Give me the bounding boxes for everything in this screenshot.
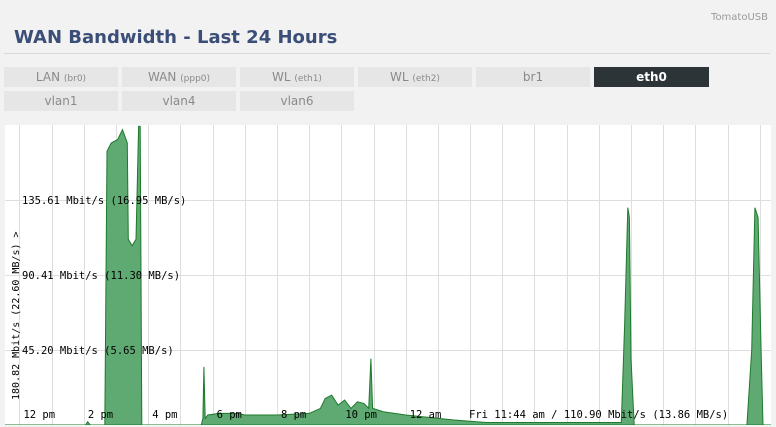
y-axis-label: 180.82 Mbit/s (22.60 MB/s) > (11, 231, 22, 400)
tab-label: WAN (147, 70, 181, 84)
bandwidth-panel: TomatoUSB WAN Bandwidth - Last 24 Hours … (0, 0, 776, 427)
x-tick-label: 12 am (410, 409, 442, 421)
y-tick-label: 135.61 Mbit/s (16.95 MB/s) (22, 195, 186, 207)
tab-vlan6[interactable]: vlan6 (240, 91, 354, 111)
y-tick-labels: 135.61 Mbit/s (16.95 MB/s) 90.41 Mbit/s (… (22, 195, 186, 357)
y-tick-label: 90.41 Mbit/s (11.30 MB/s) (22, 270, 180, 282)
tab-label: vlan4 (162, 94, 196, 108)
tab-vlan4[interactable]: vlan4 (122, 91, 236, 111)
tab-interface: (eth2) (412, 74, 440, 84)
tab-eth0[interactable]: eth0 (594, 67, 709, 87)
tab-label: vlan6 (280, 94, 314, 108)
tab-br1[interactable]: br1 (476, 67, 590, 87)
tab-label: LAN (35, 70, 64, 84)
brand-label: TomatoUSB (711, 12, 768, 23)
tab-vlan1[interactable]: vlan1 (4, 91, 118, 111)
page-title: WAN Bandwidth - Last 24 Hours (14, 27, 338, 48)
bandwidth-chart: 135.61 Mbit/s (16.95 MB/s) 90.41 Mbit/s (… (5, 125, 771, 425)
x-tick-label: 10 pm (345, 409, 377, 421)
tab-label: br1 (522, 70, 544, 84)
x-tick-label: 2 pm (88, 409, 113, 421)
bandwidth-chart-svg: 135.61 Mbit/s (16.95 MB/s) 90.41 Mbit/s (… (5, 125, 771, 425)
tab-wl-eth2[interactable]: WL (eth2) (358, 67, 472, 87)
tab-wan-ppp0[interactable]: WAN (ppp0) (122, 67, 236, 87)
tab-lan-br0[interactable]: LAN (br0) (4, 67, 118, 87)
tab-label: WL (272, 70, 295, 84)
tab-interface: (ppp0) (180, 74, 211, 84)
y-tick-label: 45.20 Mbit/s (5.65 MB/s) (22, 345, 174, 357)
tab-label: eth0 (636, 70, 667, 84)
x-tick-label: 6 pm (217, 409, 242, 421)
tab-interface: (eth1) (294, 74, 322, 84)
title-divider (4, 53, 770, 54)
tab-interface: (br0) (63, 74, 87, 84)
x-tick-label: 8 pm (281, 409, 306, 421)
tab-label: vlan1 (44, 94, 78, 108)
x-tick-label: 4 pm (152, 409, 177, 421)
chart-status-readout: Fri 11:44 am / 110.90 Mbit/s (13.86 MB/s… (469, 409, 728, 421)
tab-label: WL (390, 70, 413, 84)
tab-wl-eth1[interactable]: WL (eth1) (240, 67, 354, 87)
x-tick-label: 12 pm (23, 409, 55, 421)
